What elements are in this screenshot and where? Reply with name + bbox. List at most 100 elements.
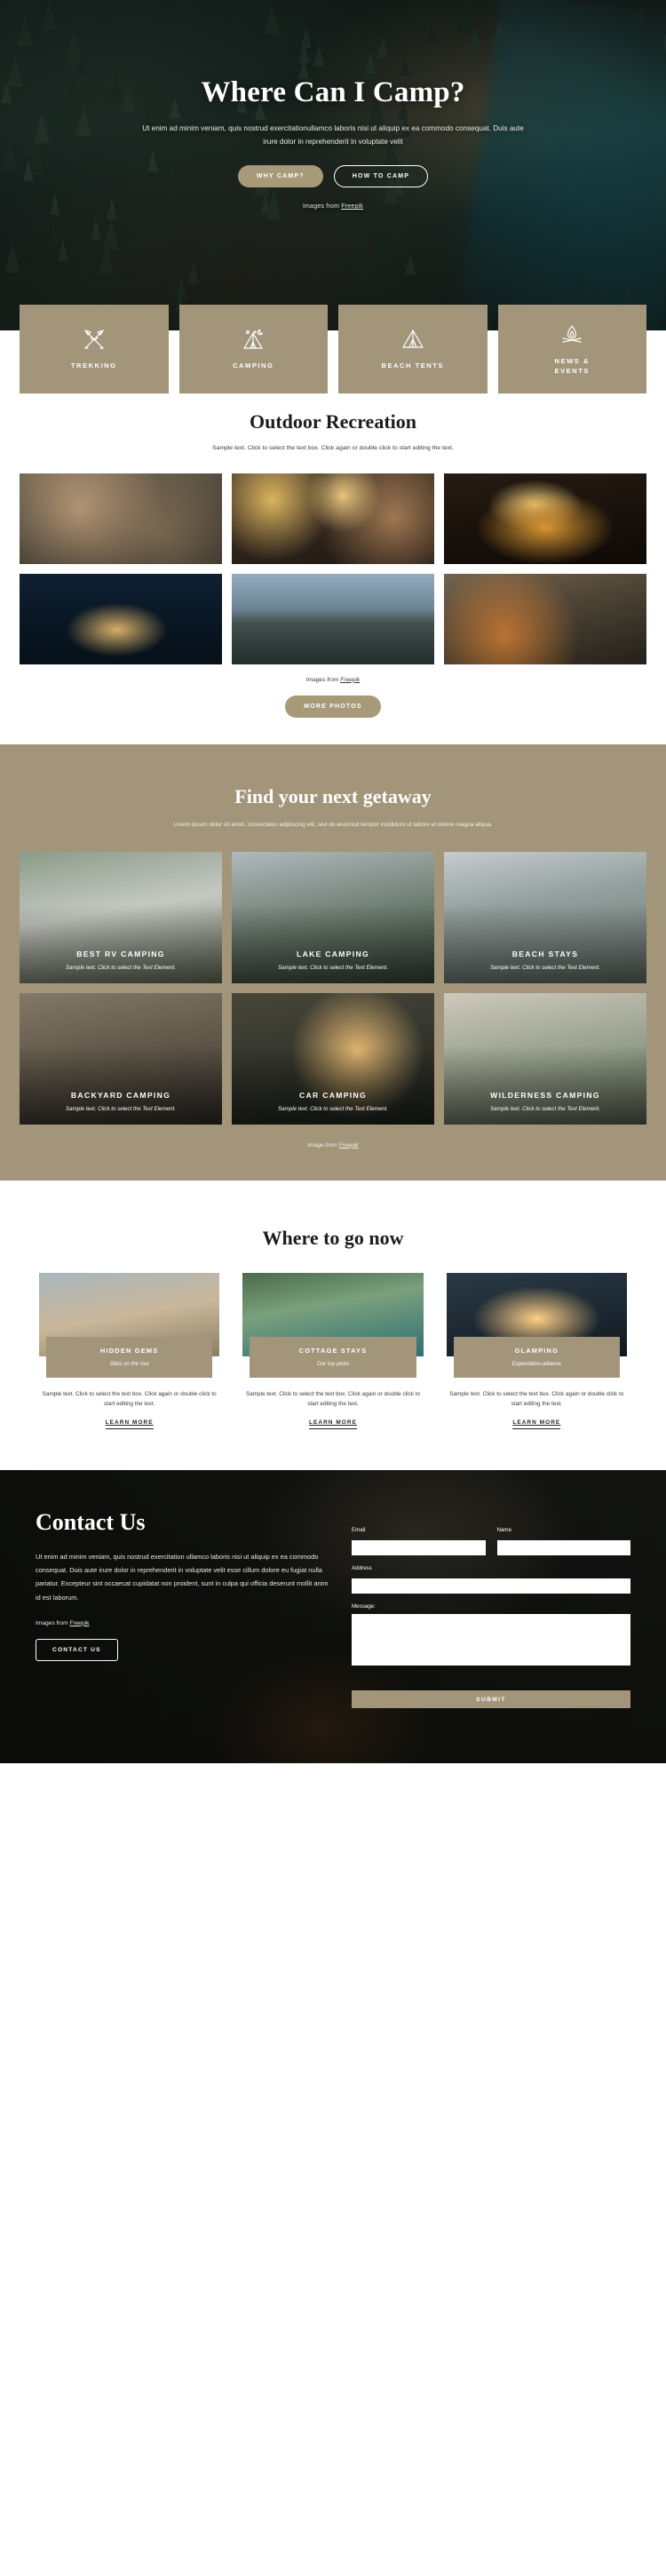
destination-card[interactable]: HIDDEN GEMS Sites on the rise Sample tex…	[39, 1272, 220, 1430]
learn-more-link[interactable]: LEARN MORE	[512, 1419, 561, 1430]
contact-section: Contact Us Ut enim ad minim veniam, quis…	[0, 1470, 666, 1764]
getaway-card-desc: Sample text. Click to select the Text El…	[278, 964, 388, 971]
landing-page: Where Can I Camp? Ut enim ad minim venia…	[0, 0, 666, 1764]
destination-subtitle: Expectation-alliance	[511, 1360, 562, 1367]
more-photos-button[interactable]: MORE PHOTOS	[285, 695, 381, 718]
email-field-group: Email	[352, 1527, 486, 1556]
gallery-photo[interactable]	[444, 573, 646, 664]
destination-title: HIDDEN GEMS	[99, 1346, 159, 1355]
hero-content: Where Can I Camp? Ut enim ad minim venia…	[0, 0, 666, 210]
photo-gallery	[20, 473, 646, 664]
contact-title: Contact Us	[36, 1509, 146, 1536]
getaway-card-desc: Sample text. Click to select the Text El…	[490, 964, 600, 971]
hero-subtitle: Ut enim ad minim veniam, quis nostrud ex…	[142, 124, 524, 147]
learn-more-link[interactable]: LEARN MORE	[105, 1419, 154, 1430]
getaway-image-credit: Image from Freepik	[0, 1142, 666, 1149]
getaway-card-desc: Sample text. Click to select the Text El…	[278, 1105, 388, 1112]
category-card-camping[interactable]: CAMPING	[178, 305, 328, 394]
recreation-title: Outdoor Recreation	[250, 410, 416, 433]
destination-banner: COTTAGE STAYS Our top picks	[250, 1336, 416, 1378]
recreation-credit-prefix: Images from	[305, 676, 341, 683]
category-label-trekking: TREKKING	[70, 362, 117, 370]
category-label-camping: CAMPING	[233, 362, 274, 370]
where-to-go-section: Where to go now HIDDEN GEMS Sites on the…	[0, 1180, 666, 1471]
destination-card[interactable]: COTTAGE STAYS Our top picks Sample text.…	[242, 1272, 424, 1430]
getaway-subtitle: Lorem ipsum dolor sit amet, consectetur …	[173, 821, 493, 828]
email-label: Email	[352, 1527, 366, 1534]
getaway-card-desc: Sample text. Click to select the Text El…	[490, 1105, 600, 1112]
category-card-bar: TREKKING CAMPING BEACH TENTS NEWS & EVEN…	[20, 305, 646, 394]
destination-body: Sample text. Click to select the text bo…	[245, 1390, 421, 1407]
category-card-news-events[interactable]: NEWS & EVENTS	[497, 305, 646, 394]
getaway-card-title: BEST RV CAMPING	[76, 949, 165, 958]
contact-info: Contact Us Ut enim ad minim veniam, quis…	[36, 1509, 329, 1708]
submit-button[interactable]: SUBMIT	[352, 1690, 630, 1709]
contact-form: Email Name Address Message: SUBMIT	[352, 1509, 630, 1709]
email-field[interactable]	[352, 1540, 486, 1556]
getaway-credit-prefix: Image from	[307, 1141, 339, 1149]
why-camp-button[interactable]: WHY CAMP?	[237, 165, 323, 188]
getaway-card-desc: Sample text. Click to select the Text El…	[66, 1105, 176, 1112]
hero-image-credit: Images from Freepik	[53, 203, 613, 210]
tent-icon	[400, 328, 426, 351]
gallery-photo[interactable]	[444, 473, 646, 564]
gallery-photo[interactable]	[232, 473, 434, 564]
name-field-group: Name	[496, 1527, 630, 1556]
getaway-card-desc: Sample text. Click to select the Text El…	[66, 964, 176, 971]
getaway-card[interactable]: WILDERNESS CAMPING Sample text. Click to …	[444, 992, 646, 1125]
getaway-card[interactable]: BEST RV CAMPING Sample text. Click to sel…	[20, 851, 222, 983]
category-label-news-events: NEWS & EVENTS	[554, 356, 590, 375]
destination-banner: HIDDEN GEMS Sites on the rise	[46, 1336, 213, 1378]
getaway-card-title: BACKYARD CAMPING	[70, 1090, 171, 1100]
recreation-image-credit: Images from Freepik	[0, 677, 666, 683]
address-label: Address	[352, 1565, 372, 1572]
contact-us-button[interactable]: CONTACT US	[36, 1638, 118, 1661]
campfire-icon	[559, 323, 585, 346]
hero-credit-link[interactable]: Freepik	[341, 203, 363, 210]
how-to-camp-button[interactable]: HOW TO CAMP	[333, 165, 429, 188]
destination-title: GLAMPING	[514, 1346, 559, 1355]
tipi-tent-night-icon	[240, 328, 266, 351]
category-label-beach-tents: BEACH TENTS	[381, 362, 444, 370]
page-title: Where Can I Camp?	[201, 76, 465, 108]
message-label: Message:	[352, 1603, 376, 1610]
getaway-card-grid: BEST RV CAMPING Sample text. Click to sel…	[20, 851, 646, 1125]
contact-credit-link[interactable]: Freepik	[69, 1620, 89, 1626]
getaway-card[interactable]: BEACH STAYS Sample text. Click to select …	[444, 851, 646, 983]
contact-image-credit: Images from Freepik	[36, 1620, 329, 1626]
recreation-subtitle: Sample text. Click to select the text bo…	[212, 445, 454, 451]
category-card-trekking[interactable]: TREKKING	[20, 305, 169, 394]
getaway-section: Find your next getaway Lorem ipsum dolor…	[0, 743, 666, 1181]
message-field[interactable]	[352, 1614, 630, 1666]
getaway-card[interactable]: LAKE CAMPING Sample text. Click to select…	[232, 851, 434, 983]
getaway-card[interactable]: BACKYARD CAMPING Sample text. Click to se…	[20, 992, 222, 1125]
gallery-photo[interactable]	[20, 573, 222, 664]
learn-more-link[interactable]: LEARN MORE	[309, 1419, 357, 1430]
address-field[interactable]	[352, 1578, 630, 1594]
hero-button-row: WHY CAMP? HOW TO CAMP	[53, 165, 613, 188]
destination-card[interactable]: GLAMPING Expectation-alliance Sample tex…	[446, 1272, 627, 1430]
gallery-photo[interactable]	[232, 573, 434, 664]
message-field-group: Message:	[352, 1603, 630, 1670]
destination-banner: GLAMPING Expectation-alliance	[453, 1336, 620, 1378]
recreation-credit-link[interactable]: Freepik	[340, 677, 360, 683]
contact-body: Ut enim ad minim veniam, quis nostrud ex…	[36, 1553, 329, 1602]
getaway-card-title: LAKE CAMPING	[297, 949, 369, 958]
where-to-go-title: Where to go now	[262, 1226, 404, 1249]
more-photos-row: MORE PHOTOS	[0, 695, 666, 744]
name-field[interactable]	[496, 1540, 630, 1556]
destination-subtitle: Our top picks	[316, 1360, 350, 1367]
address-field-group: Address	[352, 1565, 630, 1594]
category-card-beach-tents[interactable]: BEACH TENTS	[338, 305, 488, 394]
where-to-go-grid: HIDDEN GEMS Sites on the rise Sample tex…	[39, 1272, 627, 1430]
getaway-card-title: BEACH STAYS	[511, 949, 579, 958]
getaway-card[interactable]: CAR CAMPING Sample text. Click to select …	[232, 992, 434, 1125]
crossed-arrows-icon	[81, 328, 107, 351]
gallery-photo[interactable]	[20, 473, 222, 564]
getaway-card-title: WILDERNESS CAMPING	[490, 1090, 600, 1100]
contact-content: Contact Us Ut enim ad minim veniam, quis…	[0, 1470, 666, 1742]
hero-credit-prefix: Images from	[303, 203, 342, 211]
getaway-credit-link[interactable]: Freepik	[339, 1142, 359, 1149]
destination-title: COTTAGE STAYS	[298, 1346, 368, 1355]
destination-body: Sample text. Click to select the text bo…	[42, 1390, 217, 1407]
